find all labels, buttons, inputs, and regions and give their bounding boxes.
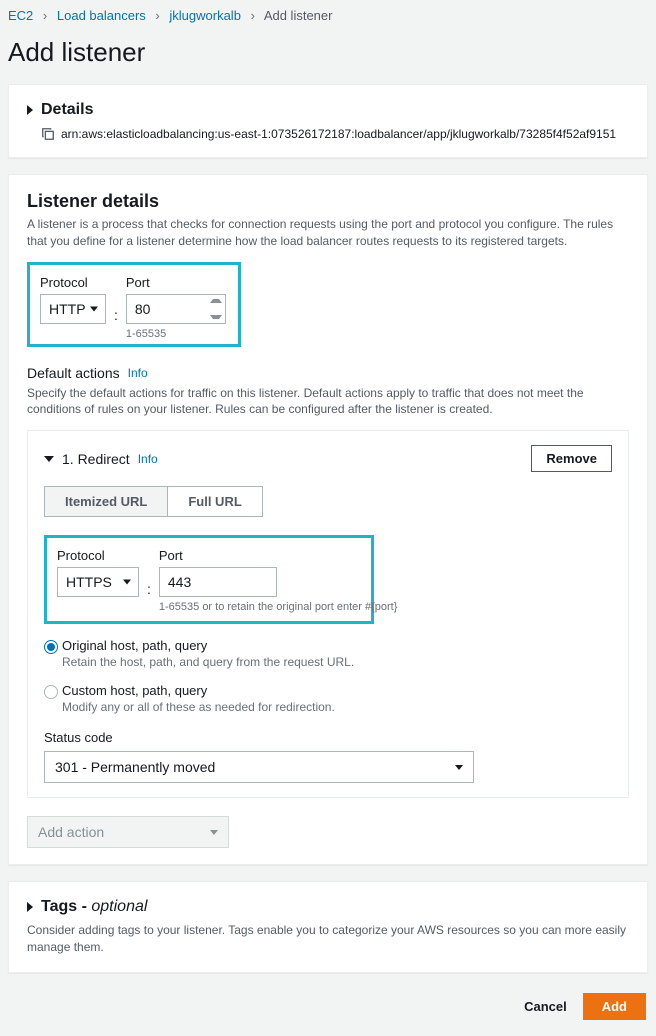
status-code-label: Status code [44,730,612,745]
chevron-right-icon: › [251,8,255,23]
redirect-panel: 1. Redirect Info Remove Itemized URL Ful… [27,430,629,798]
arn-value: arn:aws:elasticloadbalancing:us-east-1:0… [61,127,616,141]
listener-protocol-port-highlight: Protocol HTTP : Port 80 1-65535 [27,262,241,347]
number-stepper-icon[interactable] [210,299,222,319]
protocol-value: HTTP [49,301,86,317]
protocol-select[interactable]: HTTP [40,294,106,324]
redirect-protocol-port-highlight: Protocol HTTPS : Port 443 1-65535 or to … [44,535,374,624]
port-input[interactable]: 80 [126,294,226,324]
port-help: 1-65535 [126,328,226,340]
colon-sep: : [114,291,118,323]
caret-down-icon [123,580,131,585]
redirect-header[interactable]: 1. Redirect Info [44,451,158,467]
breadcrumb-ec2[interactable]: EC2 [8,8,33,23]
tags-title: Tags - optional [41,898,147,916]
redirect-title: 1. Redirect [62,451,130,467]
redirect-info-link[interactable]: Info [138,452,158,466]
status-code-select[interactable]: 301 - Permanently moved [44,751,474,783]
default-actions-info-link[interactable]: Info [128,366,148,380]
listener-panel: Listener details A listener is a process… [8,174,648,865]
redirect-port-label: Port [159,548,398,563]
radio-original-label[interactable]: Original host, path, query [62,638,354,653]
caret-right-icon [27,102,41,118]
caret-down-icon [90,306,98,311]
caret-down-icon [455,765,463,770]
breadcrumb-name[interactable]: jklugworkalb [169,8,241,23]
protocol-label: Protocol [40,275,106,290]
add-button[interactable]: Add [583,993,646,1020]
port-value: 80 [135,301,151,317]
redirect-port-value: 443 [168,574,191,590]
redirect-protocol-select[interactable]: HTTPS [57,567,139,597]
add-action-label: Add action [38,824,104,840]
redirect-protocol-value: HTTPS [66,574,112,590]
details-panel: Details arn:aws:elasticloadbalancing:us-… [8,84,648,158]
remove-button[interactable]: Remove [531,445,612,472]
chevron-right-icon: › [43,8,47,23]
default-actions-title: Default actions [27,365,120,381]
caret-down-icon [210,830,218,835]
url-tabs: Itemized URL Full URL [44,486,612,517]
radio-original[interactable] [44,640,58,654]
details-title: Details [41,101,93,119]
footer-actions: Cancel Add [8,989,648,1024]
tab-itemized-url[interactable]: Itemized URL [44,486,168,517]
copy-icon[interactable] [41,127,55,141]
details-header[interactable]: Details [27,101,629,119]
breadcrumb-current: Add listener [264,8,333,23]
chevron-right-icon: › [155,8,159,23]
radio-custom-label[interactable]: Custom host, path, query [62,683,335,698]
tab-full-url[interactable]: Full URL [168,486,262,517]
caret-down-icon [44,451,62,467]
listener-desc: A listener is a process that checks for … [27,216,629,250]
tags-header[interactable]: Tags - optional [27,898,629,916]
redirect-port-help: 1-65535 or to retain the original port e… [159,601,398,613]
redirect-protocol-label: Protocol [57,548,139,563]
port-label: Port [126,275,226,290]
page-title: Add listener [8,37,648,68]
tags-panel: Tags - optional Consider adding tags to … [8,881,648,973]
default-actions-desc: Specify the default actions for traffic … [27,385,629,419]
colon-sep: : [147,565,151,597]
radio-custom-desc: Modify any or all of these as needed for… [62,700,335,714]
breadcrumb-lb[interactable]: Load balancers [57,8,146,23]
add-action-select: Add action [27,816,229,848]
redirect-port-input[interactable]: 443 [159,567,277,597]
radio-custom[interactable] [44,685,58,699]
radio-original-desc: Retain the host, path, and query from th… [62,655,354,669]
listener-title: Listener details [27,191,629,212]
status-code-value: 301 - Permanently moved [55,759,215,775]
breadcrumb: EC2 › Load balancers › jklugworkalb › Ad… [8,8,648,33]
tags-desc: Consider adding tags to your listener. T… [27,922,629,956]
cancel-button[interactable]: Cancel [524,999,567,1014]
